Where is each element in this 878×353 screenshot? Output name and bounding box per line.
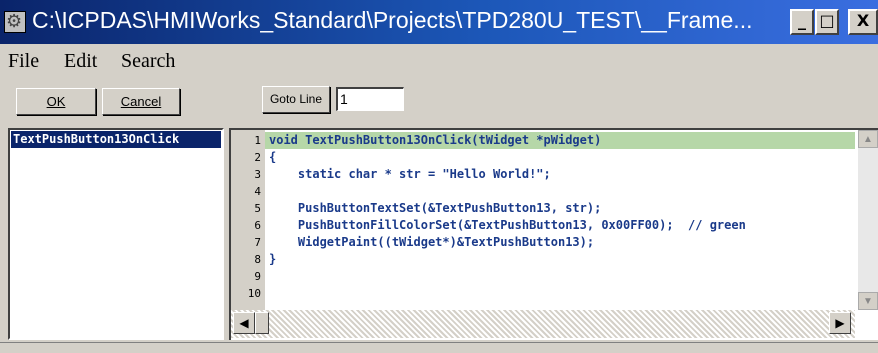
code-line[interactable]: { [265,149,855,166]
line-number: 6 [254,219,261,232]
line-number: 2 [254,151,261,164]
title-bar: ⚙ C:\ICPDAS\HMIWorks_Standard\Projects\T… [0,0,878,44]
line-number: 5 [254,202,261,215]
window-title: C:\ICPDAS\HMIWorks_Standard\Projects\TPD… [32,7,753,33]
ok-button[interactable]: OK [16,88,96,115]
maximize-icon: □ [819,11,835,30]
menu-search[interactable]: Search [121,50,175,73]
code-line[interactable]: WidgetPaint((tWidget*)&TextPushButton13)… [265,234,855,251]
line-number: 4 [254,185,261,198]
goto-line-button[interactable]: Goto Line [262,86,330,113]
code-line[interactable] [265,285,855,302]
line-number: 8 [254,253,261,266]
code-line[interactable] [265,183,855,200]
line-number: 7 [254,236,261,249]
line-number-gutter: 1 2 3 4 5 6 7 8 9 10 [231,130,265,310]
goto-line-input[interactable]: 1 [336,87,404,111]
code-editor[interactable]: 1 2 3 4 5 6 7 8 9 10 void TextPushButton13OnClick… [229,128,878,340]
vertical-scrollbar[interactable]: ▲ ▼ [858,130,878,310]
goto-line-label: Goto Line [269,92,323,106]
function-list[interactable]: TextPushButton13OnClick [8,128,224,340]
line-number: 10 [247,287,261,300]
menu-edit[interactable]: Edit [64,50,97,73]
code-line[interactable]: } [265,251,855,268]
minimize-icon: _ [798,11,806,30]
scroll-left-icon[interactable]: ◀ [233,312,255,334]
code-line[interactable]: static char * str = "Hello World!"; [265,166,855,183]
code-area[interactable]: void TextPushButton13OnClick(tWidget *pW… [265,130,855,310]
code-line[interactable]: PushButtonTextSet(&TextPushButton13, str… [265,200,855,217]
minimize-button[interactable]: _ [790,9,814,35]
cancel-label: Cancel [120,94,162,109]
close-button[interactable]: X [848,9,878,35]
close-icon: X [856,11,870,30]
scroll-down-icon[interactable]: ▼ [858,292,878,310]
menu-bar: File Edit Search [0,44,878,78]
list-item-selected[interactable]: TextPushButton13OnClick [11,131,221,148]
cancel-button[interactable]: Cancel [102,88,180,115]
scroll-thumb[interactable] [255,312,269,334]
scroll-up-icon[interactable]: ▲ [858,130,878,148]
maximize-button[interactable]: □ [815,9,839,35]
status-bar [0,342,878,353]
line-number: 3 [254,168,261,181]
code-line[interactable]: PushButtonFillColorSet(&TextPushButton13… [265,217,855,234]
gear-icon: ⚙ [4,11,26,33]
scroll-right-icon[interactable]: ▶ [829,312,851,334]
menu-file[interactable]: File [8,50,39,73]
line-number: 9 [254,270,261,283]
code-line[interactable] [265,268,855,285]
line-number: 1 [254,134,261,147]
ok-label: OK [46,94,66,109]
code-line[interactable]: void TextPushButton13OnClick(tWidget *pW… [265,132,855,149]
horizontal-scrollbar[interactable]: ◀ ▶ [231,310,855,338]
